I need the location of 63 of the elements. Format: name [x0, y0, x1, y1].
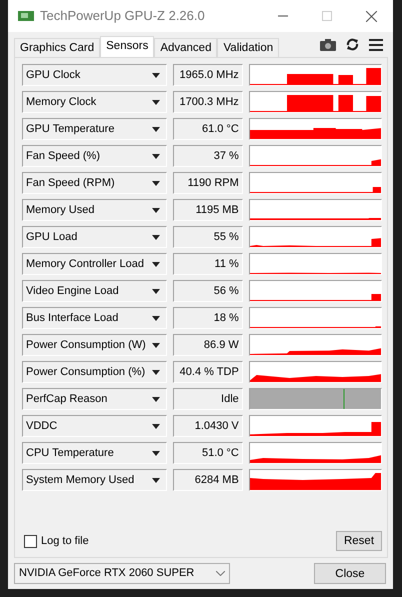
sensor-dropdown[interactable]: PerfCap Reason [22, 388, 168, 410]
window-title: TechPowerUp GPU-Z 2.26.0 [40, 7, 205, 26]
sensor-dropdown[interactable]: Fan Speed (RPM) [22, 172, 168, 194]
caret-icon [152, 100, 160, 104]
caret-icon [152, 396, 160, 402]
caret-icon [152, 72, 160, 78]
sensor-dropdown[interactable]: Memory Controller Load [22, 253, 168, 275]
sensor-dropdown[interactable]: CPU Temperature [22, 442, 168, 464]
app-icon [18, 10, 34, 22]
sensor-value: 51.0 °C [173, 442, 243, 464]
sensor-value: 11 % [173, 253, 243, 275]
camera-icon[interactable] [320, 38, 336, 50]
sensor-value: 37 % [173, 145, 243, 167]
chevron-down-icon [216, 571, 225, 576]
tab[interactable]: Sensors [100, 36, 154, 57]
caret-icon [152, 262, 160, 266]
tab[interactable]: Graphics Card [14, 38, 100, 57]
caret-icon [152, 450, 160, 456]
menu-icon[interactable] [369, 38, 383, 50]
sensor-dropdown[interactable]: Power Consumption (W) [22, 334, 168, 356]
caret-icon [152, 288, 160, 294]
sensor-value: 40.4 % TDP [173, 361, 243, 383]
tab[interactable]: Advanced [154, 38, 218, 57]
sensor-value: 18 % [173, 307, 243, 329]
caret-icon [152, 342, 160, 348]
sensor-value: 1.0430 V [173, 415, 243, 437]
sensor-value: 1700.3 MHz [173, 91, 243, 113]
caret-icon [152, 126, 160, 132]
sensor-dropdown[interactable]: System Memory Used [22, 469, 168, 491]
sensor-value: 56 % [173, 280, 243, 302]
close-dialog-button[interactable]: Close [314, 563, 386, 584]
caret-icon [152, 316, 160, 320]
log-to-file-checkbox[interactable]: Log to file [24, 532, 89, 550]
caret-icon [152, 370, 160, 374]
caret-icon [152, 424, 160, 428]
sensor-value: 6284 MB [173, 469, 243, 491]
sensor-value: 61.0 °C [173, 118, 243, 140]
gpu-dropdown[interactable]: NVIDIA GeForce RTX 2060 SUPER [14, 563, 230, 584]
caret-icon [152, 154, 160, 158]
sensor-dropdown[interactable]: Memory Clock [22, 91, 168, 113]
caret-icon [152, 234, 160, 240]
refresh-icon[interactable] [346, 38, 359, 51]
sensor-value: 1190 RPM [173, 172, 243, 194]
close-icon[interactable] [366, 10, 376, 22]
tab[interactable]: Validation [217, 38, 280, 57]
sensor-dropdown[interactable]: VDDC [22, 415, 168, 437]
sensor-dropdown[interactable]: GPU Temperature [22, 118, 168, 140]
sensor-value: 55 % [173, 226, 243, 248]
sensor-dropdown[interactable]: Bus Interface Load [22, 307, 168, 329]
caret-icon [152, 478, 160, 482]
sensor-dropdown[interactable]: GPU Load [22, 226, 168, 248]
caret-icon [152, 208, 160, 212]
sensor-dropdown[interactable]: Memory Used [22, 199, 168, 221]
sensor-dropdown[interactable]: GPU Clock [22, 64, 168, 86]
sensor-dropdown[interactable]: Fan Speed (%) [22, 145, 168, 167]
sensor-dropdown[interactable]: Video Engine Load [22, 280, 168, 302]
caret-icon [152, 180, 160, 186]
sensor-dropdown[interactable]: Power Consumption (%) [22, 361, 168, 383]
sensor-value: Idle [173, 388, 243, 410]
sensor-value: 1195 MB [173, 199, 243, 221]
sensor-value: 86.9 W [173, 334, 243, 356]
reset-button[interactable]: Reset [336, 531, 382, 551]
sensor-value: 1965.0 MHz [173, 64, 243, 86]
